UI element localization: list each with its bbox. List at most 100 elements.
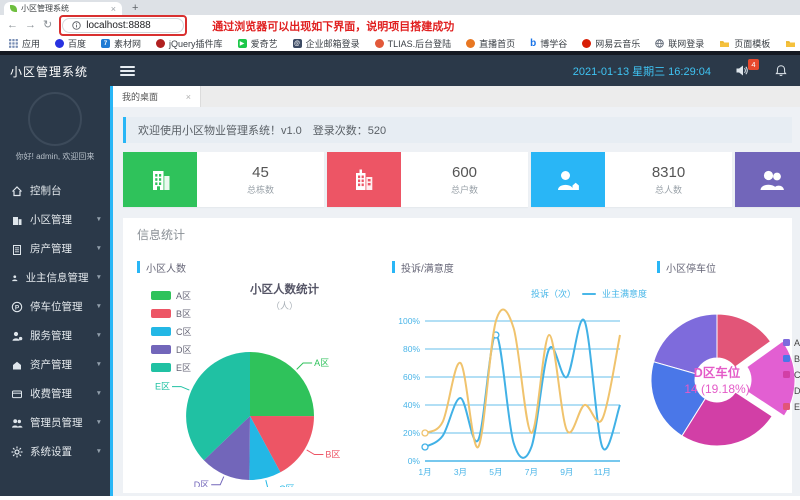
section-title: 信息统计 xyxy=(137,226,792,243)
donut-legend-label[interactable]: B区车位 xyxy=(794,353,800,364)
chevron-down-icon: ▼ xyxy=(96,245,102,252)
bookmark-label: jQuery插件库 xyxy=(169,37,223,50)
y-tick-label: 0% xyxy=(408,456,421,466)
page-info-icon[interactable] xyxy=(72,21,81,30)
bookmark-item-3[interactable]: jQuery插件库 xyxy=(156,37,223,50)
back-icon[interactable]: ← xyxy=(7,20,18,31)
notifications-button[interactable]: 4 xyxy=(735,64,748,77)
donut-legend-swatch[interactable] xyxy=(783,339,790,346)
stat-card-2: 8310总人数 xyxy=(531,152,732,207)
house-icon xyxy=(11,243,23,255)
donut-legend-label[interactable]: C区车位 xyxy=(794,369,800,380)
browser-tab[interactable]: 小区管理系统 × xyxy=(4,2,122,15)
bookmark-item-1[interactable]: 百度 xyxy=(55,37,86,50)
pie-label: D区 xyxy=(194,480,210,487)
pie-legend-item-E区[interactable]: E区 xyxy=(151,361,192,374)
stats-cards: 45总栋数600总户数8310总人数 xyxy=(123,152,800,207)
bookmark-item-2[interactable]: 7素材网 xyxy=(101,37,141,50)
stat-value: 45 xyxy=(252,164,269,181)
chevron-down-icon: ▼ xyxy=(96,303,102,310)
sidebar-item-community[interactable]: 小区管理▼ xyxy=(0,205,110,234)
sidebar-item-asset[interactable]: 资产管理▼ xyxy=(0,350,110,379)
asset-icon xyxy=(11,359,23,371)
bell-icon[interactable] xyxy=(775,64,787,77)
svg-text:P: P xyxy=(15,304,20,311)
sidebar-item-admin[interactable]: 管理员管理▼ xyxy=(0,408,110,437)
line-chart: 0%20%40%60%80%100%1月3月5月7月9月11月 xyxy=(392,275,657,487)
pie-subtitle: （人） xyxy=(177,299,392,312)
line-chart-box: 投诉/满意度 投诉（次） 业主满意度 0%20%40%60%80%100%1月3… xyxy=(392,259,657,487)
legend-swatch xyxy=(151,309,171,318)
sidebar-item-label: 小区管理 xyxy=(30,212,72,227)
new-tab-button[interactable]: + xyxy=(132,2,138,15)
bookmark-item-5[interactable]: @企业邮箱登录 xyxy=(293,37,360,50)
sidebar-item-owner[interactable]: 业主信息管理▼ xyxy=(0,263,110,292)
bookmark-item-6[interactable]: TLIAS.后台登陆 xyxy=(375,37,452,50)
donut-legend-label[interactable]: D区车位 xyxy=(794,385,800,396)
browser-tab-strip: 小区管理系统 × + xyxy=(0,0,800,15)
url-annotation-box: localhost:8888 xyxy=(59,15,187,36)
sidebar-menu: 控制台小区管理▼房产管理▼业主信息管理▼P停车位管理▼服务管理▼资产管理▼收费管… xyxy=(0,176,110,496)
bookmark-sq-icon: @ xyxy=(293,39,302,48)
buildings-icon xyxy=(349,165,379,195)
pie-legend-item-D区[interactable]: D区 xyxy=(151,343,192,356)
bookmark-item-9[interactable]: 网易云音乐 xyxy=(582,37,640,50)
bookmark-item-10[interactable]: 联网登录 xyxy=(655,37,704,50)
bookmark-item-4[interactable]: ▶爱奇艺 xyxy=(238,37,278,50)
pie-label: B区 xyxy=(325,450,340,460)
sidebar-item-parking[interactable]: P停车位管理▼ xyxy=(0,292,110,321)
sidebar-item-fee[interactable]: 收费管理▼ xyxy=(0,379,110,408)
bookmark-label: 博学谷 xyxy=(540,37,567,50)
community-icon xyxy=(11,214,23,226)
hamburger-icon[interactable] xyxy=(120,64,135,78)
address-bar[interactable]: localhost:8888 xyxy=(62,18,184,33)
legend-label: A区 xyxy=(176,289,191,302)
bookmark-dot-icon xyxy=(55,39,64,48)
donut-legend-swatch[interactable] xyxy=(783,355,790,362)
reload-icon[interactable]: ↻ xyxy=(43,20,52,31)
forward-icon[interactable]: → xyxy=(25,20,36,31)
line-chart-header: 投诉/满意度 xyxy=(392,259,657,275)
pie-legend-item-C区[interactable]: C区 xyxy=(151,325,192,338)
donut-center-value: 14 (19.18%) xyxy=(684,382,749,396)
chevron-down-icon: ▼ xyxy=(96,419,102,426)
sidebar-item-label: 资产管理 xyxy=(30,357,72,372)
bookmark-item-8[interactable]: b 博学谷 xyxy=(530,37,567,50)
pie-legend-item-A区[interactable]: A区 xyxy=(151,289,192,302)
stat-info: 45总栋数 xyxy=(197,152,324,207)
bookmarks-bar: 应用 百度 7素材网 jQuery插件库 ▶爱奇艺 @企业邮箱登录 TLIAS.后台登陆 直播… xyxy=(0,36,800,55)
bookmark-item-11[interactable]: 页面模板 xyxy=(719,37,770,50)
sidebar-item-home[interactable]: 控制台 xyxy=(0,176,110,205)
legend-item-satisfaction[interactable]: 业主满意度 xyxy=(602,287,647,300)
tab-close-icon[interactable]: × xyxy=(186,92,191,102)
donut-legend-label[interactable]: E区车位 xyxy=(794,401,800,412)
stat-value: 8310 xyxy=(652,164,685,181)
pie-legend-item-B区[interactable]: B区 xyxy=(151,307,192,320)
bookmark-item-0[interactable]: 应用 xyxy=(9,37,40,50)
bookmark-item-12[interactable]: spring xyxy=(785,39,800,49)
app-brand: 小区管理系统 xyxy=(0,55,110,84)
tab-close-icon[interactable]: × xyxy=(111,4,116,14)
sidebar-item-house[interactable]: 房产管理▼ xyxy=(0,234,110,263)
x-tick-label: 9月 xyxy=(560,467,573,477)
bookmark-label: TLIAS.后台登陆 xyxy=(388,37,452,50)
donut-legend-swatch[interactable] xyxy=(783,403,790,410)
service-icon xyxy=(11,330,23,342)
legend-line-icon xyxy=(582,293,596,295)
legend-item-complaints[interactable]: 投诉（次） xyxy=(531,287,576,300)
bookmark-label: 联网登录 xyxy=(668,37,704,50)
donut-legend-label[interactable]: A区车位 xyxy=(794,337,800,348)
legend-swatch xyxy=(151,291,171,300)
tab-my-desktop[interactable]: 我的桌面 × xyxy=(113,86,201,107)
donut-legend-swatch[interactable] xyxy=(783,371,790,378)
sidebar-item-service[interactable]: 服务管理▼ xyxy=(0,321,110,350)
bookmark-dot-icon xyxy=(582,39,591,48)
bookmark-label: 页面模板 xyxy=(734,37,770,50)
stat-icon-block xyxy=(123,152,197,207)
sidebar-item-gear[interactable]: 系统设置▼ xyxy=(0,437,110,466)
sidebar-item-label: 控制台 xyxy=(30,183,62,198)
bookmark-item-7[interactable]: 直播首页 xyxy=(466,37,515,50)
legend-label: E区 xyxy=(176,361,191,374)
donut-legend-swatch[interactable] xyxy=(783,387,790,394)
bookmark-letter-icon: b xyxy=(530,39,536,48)
